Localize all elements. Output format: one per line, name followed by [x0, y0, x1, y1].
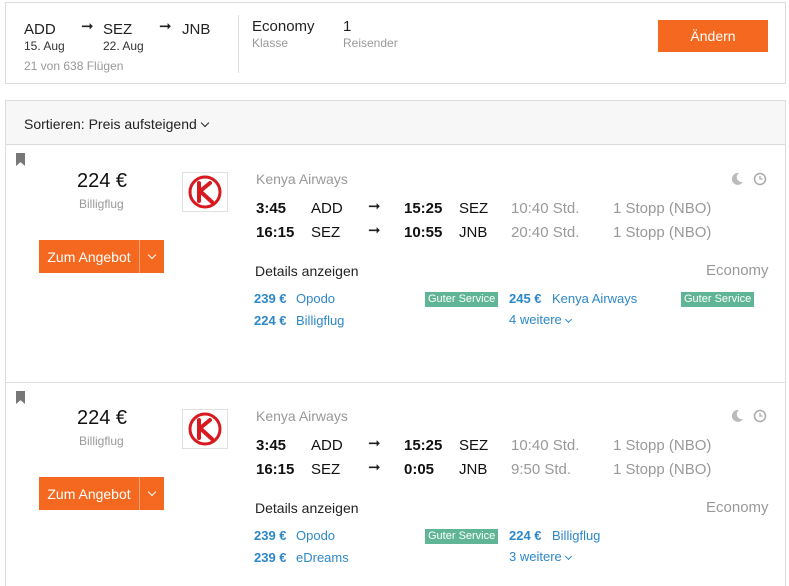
origin-code: ADD: [24, 21, 56, 38]
provider-name: Billigflug: [79, 197, 124, 211]
results-panel: Sortieren: Preis aufsteigend 224 € Billi…: [5, 100, 786, 586]
more-offers-label: 4 weitere: [509, 312, 562, 327]
more-offers-label: 3 weitere: [509, 549, 562, 564]
arrow-right-icon: ➞: [368, 222, 381, 239]
offer-price: 224 €: [509, 528, 542, 543]
offer-price: 239 €: [254, 291, 287, 306]
arrow-right-icon: ➞: [368, 459, 381, 476]
offer-price: 239 €: [254, 550, 287, 565]
result-card: 224 € Billigflug Zum Angebot Kenya Airwa…: [6, 383, 785, 586]
more-offers-link[interactable]: 3 weitere: [509, 549, 572, 564]
arrival-airport: JNB: [459, 461, 488, 478]
stops: 1 Stopp (NBO): [613, 437, 712, 454]
offer-provider[interactable]: Kenya Airways: [552, 291, 637, 306]
arrival-airport: SEZ: [459, 437, 489, 454]
deal-button-label: Zum Angebot: [47, 485, 131, 502]
origin-date: 15. Aug: [24, 39, 65, 53]
stops: 1 Stopp (NBO): [613, 200, 712, 217]
departure-airport: SEZ: [311, 224, 341, 241]
cabin-class: Economy: [706, 262, 769, 279]
airline-name: Kenya Airways: [256, 171, 348, 187]
travelers-label: Reisender: [343, 36, 398, 50]
offer-price: 224 €: [254, 313, 287, 328]
airline-name: Kenya Airways: [256, 408, 348, 424]
price: 224 €: [77, 170, 128, 192]
cabin-label: Klasse: [252, 36, 289, 50]
price: 224 €: [77, 407, 128, 429]
arrival-airport: SEZ: [459, 200, 489, 217]
duration: 10:40 Std.: [511, 200, 580, 217]
cabin-class: Economy: [706, 499, 769, 516]
chevron-down-icon: [200, 118, 210, 128]
deal-button-label: Zum Angebot: [47, 248, 131, 265]
offer-provider[interactable]: Billigflug: [296, 313, 344, 328]
kenya-airways-logo: [182, 172, 228, 212]
departure-time: 16:15: [256, 224, 295, 241]
arrow-right-icon: ➞: [368, 198, 381, 215]
offer-price: 239 €: [254, 528, 287, 543]
departure-airport: ADD: [311, 437, 343, 454]
divider: [238, 15, 239, 73]
travelers-value: 1: [343, 18, 352, 35]
chevron-down-icon: [564, 315, 572, 324]
change-search-button[interactable]: Ändern: [658, 20, 768, 52]
sort-label: Sortieren: Preis aufsteigend: [24, 116, 197, 132]
duration: 9:50 Std.: [511, 461, 572, 478]
details-link[interactable]: Details anzeigen: [255, 263, 359, 279]
deal-button[interactable]: Zum Angebot: [39, 240, 164, 273]
destination-code: JNB: [182, 21, 211, 38]
search-summary: ADD 15. Aug ➞ SEZ 22. Aug ➞ JNB 21 von 6…: [5, 2, 786, 84]
offer-provider[interactable]: Opodo: [296, 291, 335, 306]
offer-provider[interactable]: Opodo: [296, 528, 335, 543]
departure-time: 16:15: [256, 461, 295, 478]
clock-icon: [753, 172, 767, 186]
kenya-airways-logo: [182, 409, 228, 449]
offer-provider[interactable]: Billigflug: [552, 528, 600, 543]
arrival-time: 10:55: [404, 224, 443, 241]
arrow-right-icon: ➞: [81, 18, 94, 35]
departure-airport: SEZ: [311, 461, 341, 478]
stop-date: 22. Aug: [103, 39, 144, 53]
chevron-down-icon: [147, 487, 157, 496]
sort-bar: Sortieren: Preis aufsteigend: [6, 101, 785, 145]
moon-icon: [730, 409, 744, 423]
flight-count: 21 von 638 Flügen: [24, 59, 124, 73]
service-badge: Guter Service: [425, 529, 499, 544]
arrival-time: 15:25: [404, 437, 443, 454]
bookmark-icon[interactable]: [16, 153, 25, 166]
chevron-down-icon: [564, 552, 572, 561]
arrow-right-icon: ➞: [368, 435, 381, 452]
arrival-airport: JNB: [459, 224, 488, 241]
details-link[interactable]: Details anzeigen: [255, 500, 359, 516]
arrow-right-icon: ➞: [159, 18, 172, 35]
bookmark-icon[interactable]: [16, 391, 25, 404]
departure-time: 3:45: [256, 200, 287, 217]
deal-dropdown-toggle[interactable]: [140, 487, 164, 497]
departure-airport: ADD: [311, 200, 343, 217]
offer-price: 245 €: [509, 291, 542, 306]
service-badge: Guter Service: [425, 292, 499, 307]
stop-code: SEZ: [103, 21, 133, 38]
provider-name: Billigflug: [79, 434, 124, 448]
departure-time: 3:45: [256, 437, 287, 454]
cabin-value: Economy: [252, 18, 315, 35]
duration: 10:40 Std.: [511, 437, 580, 454]
arrival-time: 0:05: [404, 461, 435, 478]
more-offers-link[interactable]: 4 weitere: [509, 312, 572, 327]
offer-provider[interactable]: eDreams: [296, 550, 349, 565]
deal-dropdown-toggle[interactable]: [140, 250, 164, 260]
stops: 1 Stopp (NBO): [613, 224, 712, 241]
clock-icon: [753, 409, 767, 423]
arrival-time: 15:25: [404, 200, 443, 217]
result-card: 224 € Billigflug Zum Angebot Kenya Airwa…: [6, 146, 785, 382]
moon-icon: [730, 172, 744, 186]
sort-dropdown[interactable]: Sortieren: Preis aufsteigend: [24, 116, 210, 132]
deal-button[interactable]: Zum Angebot: [39, 477, 164, 510]
service-badge: Guter Service: [681, 292, 755, 307]
stops: 1 Stopp (NBO): [613, 461, 712, 478]
duration: 20:40 Std.: [511, 224, 580, 241]
chevron-down-icon: [147, 250, 157, 259]
